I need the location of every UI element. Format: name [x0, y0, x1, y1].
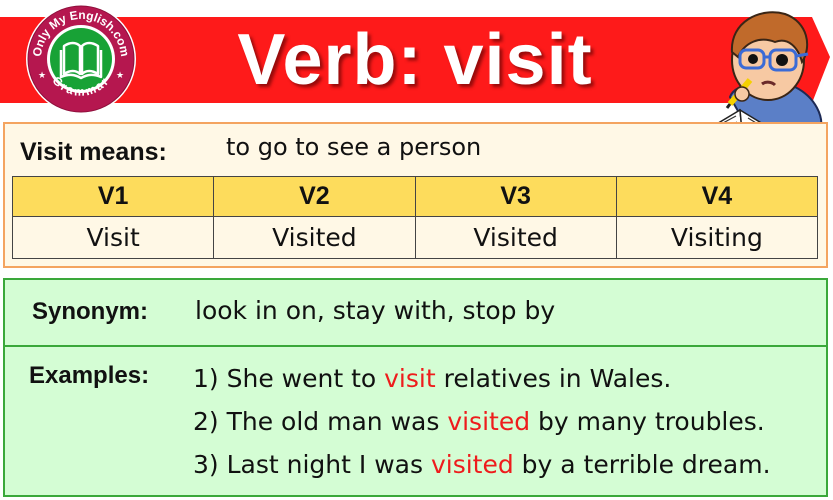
header-v3: V3 [414, 176, 617, 217]
cell-v3: Visited [414, 216, 617, 259]
examples-list: 1) She went to visit relatives in Wales.… [193, 360, 771, 489]
example-text: 3) Last night I was [193, 450, 431, 479]
header-v2: V2 [213, 176, 416, 217]
header-v4: V4 [615, 176, 819, 217]
synonym-label: Synonym: [32, 298, 149, 325]
examples-label: Examples: [29, 362, 150, 389]
divider [3, 345, 828, 347]
example-highlight: visit [384, 364, 436, 393]
example-text: 2) The old man was [193, 407, 448, 436]
star-icon: ★ [38, 71, 46, 81]
table-row: Visit Visited Visited Visiting [11, 216, 819, 259]
verb-forms-table: V1 V2 V3 V4 Visit Visited Visited Visiti… [11, 176, 819, 259]
table-header-row: V1 V2 V3 V4 [11, 176, 819, 217]
example-text: by a terrible dream. [513, 450, 771, 479]
site-logo: Only My English.com Grammar ★ ★ [24, 2, 138, 116]
cell-v1: Visit [11, 216, 215, 259]
meaning-value: to go to see a person [226, 133, 482, 161]
header-v1: V1 [11, 176, 215, 217]
star-icon: ★ [116, 71, 124, 81]
cell-v4: Visiting [615, 216, 819, 259]
example-highlight: visited [430, 450, 514, 479]
example-text: 1) She went to [193, 364, 385, 393]
cell-v2: Visited [213, 216, 416, 259]
example-item: 1) She went to visit relatives in Wales. [193, 360, 771, 403]
example-item: 2) The old man was visited by many troub… [193, 403, 771, 446]
example-text: relatives in Wales. [435, 364, 672, 393]
meaning-label: Visit means: [20, 138, 167, 166]
example-text: by many troubles. [530, 407, 765, 436]
page-title: Verb: visit [237, 20, 593, 100]
example-highlight: visited [447, 407, 531, 436]
example-item: 3) Last night I was visited by a terribl… [193, 446, 771, 489]
synonym-value: look in on, stay with, stop by [195, 296, 556, 325]
